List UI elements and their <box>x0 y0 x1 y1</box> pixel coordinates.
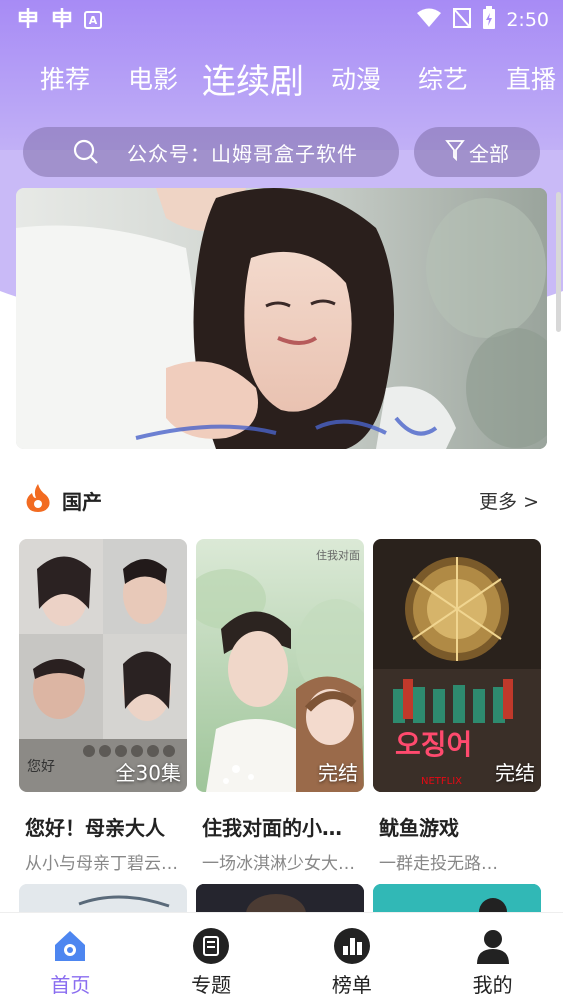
fire-icon <box>24 483 52 517</box>
wifi-icon <box>416 7 442 33</box>
nav-topics[interactable]: 专题 <box>141 913 282 1002</box>
section-title-wrap: 国产 <box>24 483 102 517</box>
next-row-poster[interactable] <box>373 884 541 914</box>
search-text: 公众号：山姆哥盒子软件 <box>127 141 358 166</box>
next-row-poster[interactable] <box>19 884 187 914</box>
tab-anime[interactable]: 动漫 <box>331 50 381 106</box>
status-time: 2:50 <box>506 9 549 31</box>
card-title: 您好！母亲大人 <box>25 816 165 840</box>
nav-label: 我的 <box>472 973 513 997</box>
card-subtitle: 一群走投无路… <box>379 854 498 874</box>
poster-art: 您好 <box>19 539 187 792</box>
poster-art: 住我对面 <box>196 539 364 792</box>
show-card[interactable]: 您好 全30集 您好！母亲大人 从小与母亲丁碧云… <box>19 539 187 874</box>
card-subtitle: 一场冰淇淋少女大… <box>202 854 355 874</box>
nav-label: 专题 <box>191 973 232 997</box>
card-title: 住我对面的小… <box>202 816 342 840</box>
app-icon-2 <box>50 6 74 35</box>
tab-live[interactable]: 直播 <box>506 50 556 106</box>
svg-text:住我对面: 住我对面 <box>316 548 360 562</box>
poster-image[interactable]: 오징어 NETFLIX 完结 <box>373 539 541 792</box>
tab-movies[interactable]: 电影 <box>128 50 178 106</box>
bottom-navigation: 首页 专题 榜单 我的 <box>0 912 563 1002</box>
nav-home[interactable]: 首页 <box>0 913 141 1002</box>
poster-image[interactable]: 您好 全30集 <box>19 539 187 792</box>
app-icon-1 <box>16 6 40 35</box>
show-card[interactable]: 住我对面 完结 住我对面的小… 一场冰淇淋少女大… <box>196 539 364 874</box>
poster-image[interactable]: 住我对面 完结 <box>196 539 364 792</box>
home-icon <box>51 927 89 965</box>
status-left: A <box>16 6 102 35</box>
nav-label: 首页 <box>50 973 91 997</box>
no-signal-icon <box>452 7 472 33</box>
battery-icon <box>482 6 496 34</box>
svg-text:NETFLIX: NETFLIX <box>421 776 462 787</box>
filter-label: 全部 <box>469 141 509 166</box>
search-input[interactable]: 公众号：山姆哥盒子软件 <box>23 127 399 177</box>
svg-text:오징어: 오징어 <box>395 728 472 761</box>
tab-variety[interactable]: 综艺 <box>418 50 468 106</box>
section-title: 国产 <box>62 489 102 514</box>
scroll-indicator[interactable] <box>556 192 561 332</box>
filter-icon <box>445 139 465 166</box>
profile-icon <box>474 927 512 965</box>
nav-label: 榜单 <box>331 973 372 997</box>
status-badge: 完结 <box>495 761 535 785</box>
nav-profile[interactable]: 我的 <box>422 913 563 1002</box>
notification-a-icon: A <box>84 11 102 29</box>
topics-icon <box>192 927 230 965</box>
next-poster-art <box>19 884 187 914</box>
next-poster-art <box>373 884 541 914</box>
banner-carousel[interactable] <box>16 188 547 449</box>
status-right: 2:50 <box>416 6 549 34</box>
status-badge: 完结 <box>318 761 358 785</box>
app-screen: A 2:50 推荐 电影 连续剧 动漫 综艺 直播 公众号：山姆哥盒子软件 全部… <box>0 0 563 1002</box>
filter-button[interactable]: 全部 <box>414 127 540 177</box>
show-card[interactable]: 오징어 NETFLIX 完结 鱿鱼游戏 一群走投无路… <box>373 539 541 874</box>
nav-ranking[interactable]: 榜单 <box>282 913 423 1002</box>
next-row-poster[interactable] <box>196 884 364 914</box>
svg-text:您好: 您好 <box>27 758 55 775</box>
card-subtitle: 从小与母亲丁碧云… <box>25 854 178 874</box>
ranking-icon <box>333 927 371 965</box>
card-title: 鱿鱼游戏 <box>379 816 459 840</box>
banner-image <box>16 188 547 449</box>
episode-badge: 全30集 <box>115 761 181 785</box>
status-bar: A 2:50 <box>0 0 563 40</box>
poster-art: 오징어 NETFLIX <box>373 539 541 792</box>
more-link[interactable]: 更多 > <box>479 487 539 514</box>
section-header: 国产 更多 > <box>24 482 539 518</box>
tab-series[interactable]: 连续剧 <box>202 50 304 106</box>
category-tabs: 推荐 电影 连续剧 动漫 综艺 直播 <box>0 50 563 106</box>
next-poster-art <box>196 884 364 914</box>
tab-recommend[interactable]: 推荐 <box>40 50 90 106</box>
search-icon <box>73 139 99 165</box>
